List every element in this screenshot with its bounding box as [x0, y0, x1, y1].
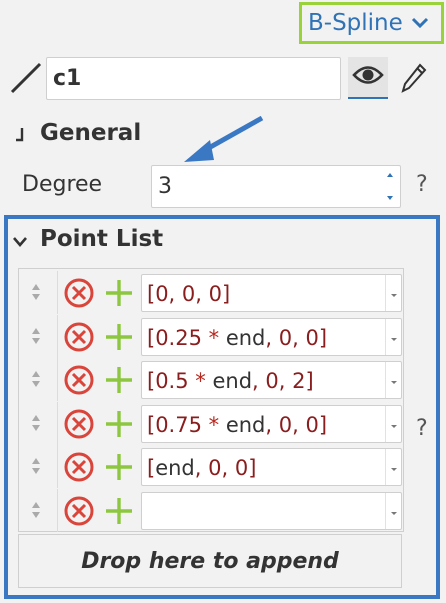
section-point-list-title[interactable]: Point List	[40, 226, 163, 252]
drag-handle-icon[interactable]	[29, 412, 43, 434]
drop-zone[interactable]: Drop here to append	[18, 534, 402, 588]
eye-icon	[352, 64, 384, 90]
list-item	[19, 488, 403, 532]
section-general-title[interactable]: General	[40, 120, 141, 146]
list-item: [0.25 * end, 0, 0]	[19, 314, 403, 358]
remove-point-icon[interactable]	[63, 495, 95, 527]
add-point-icon[interactable]	[103, 451, 135, 483]
point-expression-text: [0.5 * end, 0, 2]	[147, 369, 314, 393]
point-list-help-icon[interactable]: ?	[416, 416, 428, 441]
drag-handle-icon[interactable]	[29, 455, 43, 477]
type-select[interactable]: B-Spline	[299, 2, 444, 44]
list-item: [end, 0, 0]	[19, 445, 403, 488]
collapse-corner-icon[interactable]	[14, 126, 28, 144]
row-divider	[57, 488, 58, 532]
point-expression-field[interactable]: [0, 0, 0]	[141, 274, 402, 312]
point-expression-field[interactable]	[141, 491, 402, 530]
point-expression-text: [0.75 * end, 0, 0]	[147, 412, 328, 437]
dropdown-icon[interactable]	[385, 449, 401, 485]
annotation-arrow	[170, 110, 280, 170]
add-point-icon[interactable]	[103, 408, 135, 440]
degree-label: Degree	[22, 172, 103, 197]
dropdown-icon[interactable]	[385, 275, 401, 311]
point-expression-field[interactable]: [0.25 * end, 0, 0]	[141, 317, 402, 356]
point-expression-text: [0, 0, 0]	[147, 282, 231, 306]
point-expression-field[interactable]: [0.5 * end, 0, 2]	[141, 361, 402, 399]
point-list: [0, 0, 0] [0.25 * end, 0, 0] [0.5 * end, 0…	[18, 268, 404, 532]
dropdown-icon[interactable]	[385, 318, 401, 355]
add-point-icon[interactable]	[103, 495, 135, 527]
add-point-icon[interactable]	[103, 321, 135, 353]
add-point-icon[interactable]	[103, 277, 135, 309]
list-item: [0.75 * end, 0, 0]	[19, 401, 403, 445]
type-select-value: B-Spline	[308, 10, 403, 36]
drag-handle-icon[interactable]	[29, 499, 43, 521]
row-divider	[57, 358, 58, 401]
drag-handle-icon[interactable]	[29, 325, 43, 347]
remove-point-icon[interactable]	[63, 451, 95, 483]
name-field[interactable]	[46, 57, 341, 100]
dropdown-icon[interactable]	[385, 405, 401, 442]
chevron-down-icon[interactable]	[12, 234, 28, 248]
row-divider	[57, 401, 58, 445]
point-expression-field[interactable]: [end, 0, 0]	[141, 448, 402, 486]
degree-value: 3	[158, 174, 172, 199]
row-divider	[57, 314, 58, 358]
row-divider	[57, 445, 58, 488]
degree-spinner[interactable]	[380, 166, 400, 207]
point-expression-text: [end, 0, 0]	[147, 456, 257, 480]
point-expression-text: [0.25 * end, 0, 0]	[147, 325, 328, 350]
drag-handle-icon[interactable]	[29, 368, 43, 390]
point-expression-field[interactable]: [0.75 * end, 0, 0]	[141, 404, 402, 443]
degree-help-icon[interactable]: ?	[416, 172, 428, 197]
pencil-icon[interactable]	[400, 62, 428, 94]
degree-input[interactable]: 3	[151, 165, 401, 208]
row-divider	[57, 271, 58, 314]
add-point-icon[interactable]	[103, 364, 135, 396]
visibility-toggle[interactable]	[348, 57, 388, 99]
list-item: [0, 0, 0]	[19, 271, 403, 314]
remove-point-icon[interactable]	[63, 364, 95, 396]
drag-handle-icon[interactable]	[29, 281, 43, 303]
dropdown-icon[interactable]	[385, 362, 401, 398]
remove-point-icon[interactable]	[63, 321, 95, 353]
remove-point-icon[interactable]	[63, 408, 95, 440]
line-icon	[8, 60, 44, 96]
dropdown-icon[interactable]	[385, 492, 401, 529]
list-item: [0.5 * end, 0, 2]	[19, 358, 403, 401]
remove-point-icon[interactable]	[63, 277, 95, 309]
chevron-down-icon	[411, 17, 429, 29]
